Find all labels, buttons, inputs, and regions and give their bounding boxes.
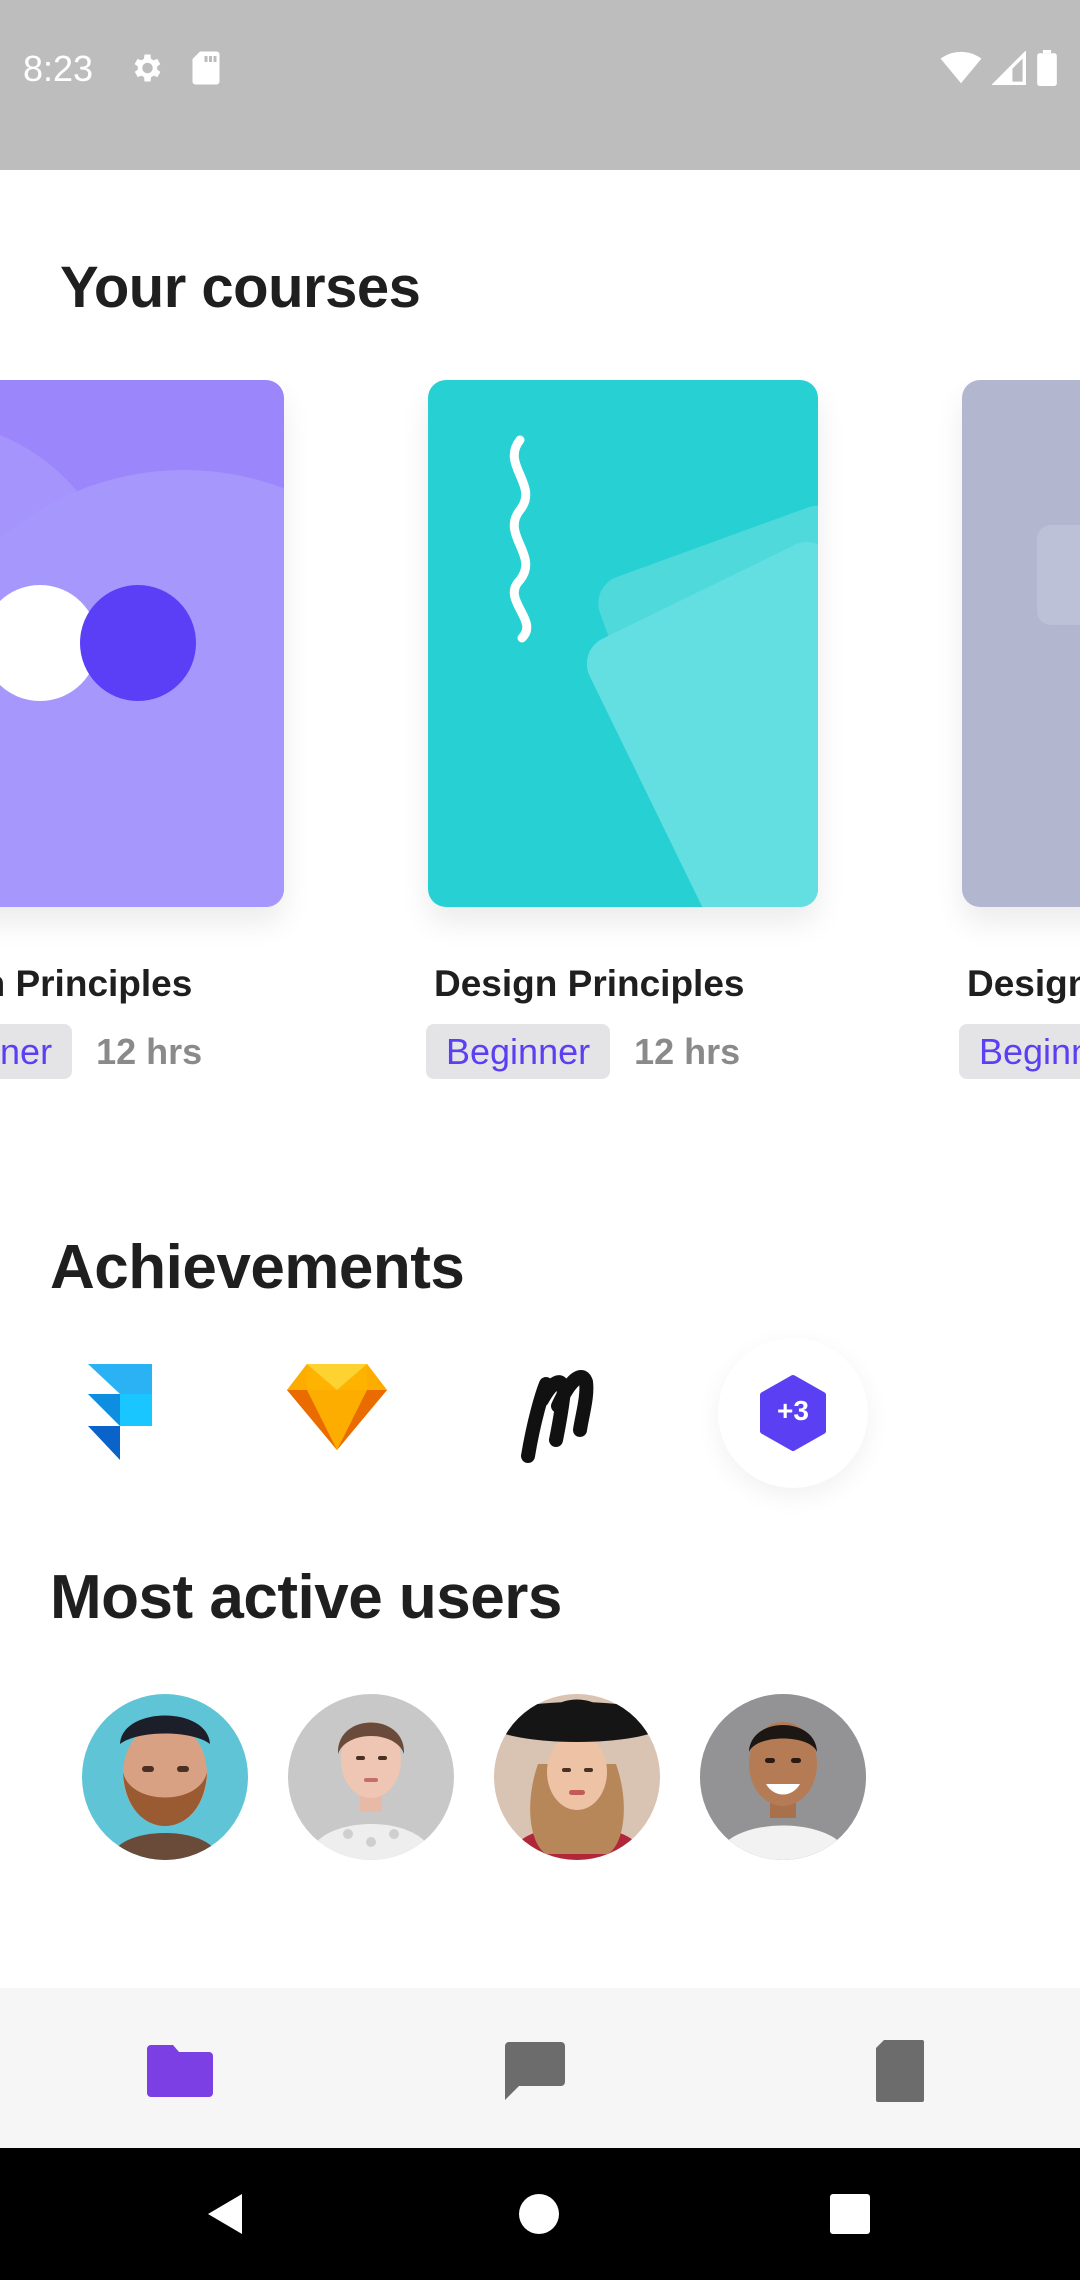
course-illustration	[962, 380, 1080, 907]
woman-with-hat-avatar[interactable]	[494, 1694, 660, 1860]
system-nav-bar	[0, 2148, 1080, 2280]
recents-icon[interactable]	[814, 2178, 886, 2250]
users-row	[82, 1694, 982, 1860]
course-duration-1: 12 hrs	[96, 1030, 203, 1072]
back-icon[interactable]	[190, 2178, 262, 2250]
course-title-3: Design	[967, 963, 1080, 1004]
course-title-2: Design Principles	[434, 963, 745, 1004]
course-meta-2: Beginner 12 hrs	[426, 1024, 740, 1079]
folder-icon	[147, 2045, 213, 2097]
chat-icon	[505, 2042, 565, 2100]
signal-icon	[992, 51, 1026, 85]
course-illustration	[0, 380, 284, 907]
course-level-badge-3: Beginn	[959, 1024, 1080, 1079]
achievements-section-title: Achievements	[50, 1233, 465, 1302]
users-section-title: Most active users	[50, 1563, 562, 1632]
courses-carousel[interactable]: gn Principles nner 12 hrs Design Princip…	[0, 380, 1080, 1100]
courses-section-title: Your courses	[60, 255, 421, 320]
clipboard-icon	[876, 2040, 924, 2102]
course-meta-3: Beginn	[959, 1024, 1080, 1079]
status-left-icons	[128, 50, 222, 86]
nav-folder[interactable]	[135, 2026, 225, 2116]
battery-icon	[1037, 50, 1057, 86]
course-card-2[interactable]	[428, 380, 818, 907]
framer-icon[interactable]	[80, 1360, 190, 1470]
smiling-man-avatar[interactable]	[700, 1694, 866, 1860]
marvel-icon[interactable]	[518, 1360, 628, 1470]
course-meta-1: nner 12 hrs	[0, 1024, 202, 1079]
achievements-more-label: +3	[777, 1395, 809, 1426]
woman-avatar[interactable]	[288, 1694, 454, 1860]
status-right-icons	[940, 50, 1058, 86]
course-card-3[interactable]	[962, 380, 1080, 907]
course-level-badge-1: nner	[0, 1024, 73, 1079]
bearded-man-avatar[interactable]	[82, 1694, 248, 1860]
nav-chat[interactable]	[490, 2026, 580, 2116]
achievements-row: +3	[60, 1338, 960, 1490]
gear-icon	[134, 54, 161, 82]
course-duration-2: 12 hrs	[634, 1030, 741, 1072]
wifi-icon	[940, 51, 982, 84]
sd-card-icon	[192, 51, 220, 85]
status-time: 8:23	[23, 48, 94, 89]
course-card-1[interactable]	[0, 380, 284, 907]
home-icon[interactable]	[503, 2178, 575, 2250]
nav-clipboard[interactable]	[855, 2026, 945, 2116]
sketch-icon[interactable]	[285, 1360, 395, 1470]
status-bar: 8:23	[0, 0, 1080, 170]
achievements-more[interactable]: +3	[718, 1338, 868, 1488]
course-title-1: gn Principles	[0, 963, 193, 1004]
course-level-badge-2: Beginner	[426, 1024, 611, 1079]
course-illustration	[428, 380, 818, 907]
bottom-nav	[0, 1988, 1080, 2148]
